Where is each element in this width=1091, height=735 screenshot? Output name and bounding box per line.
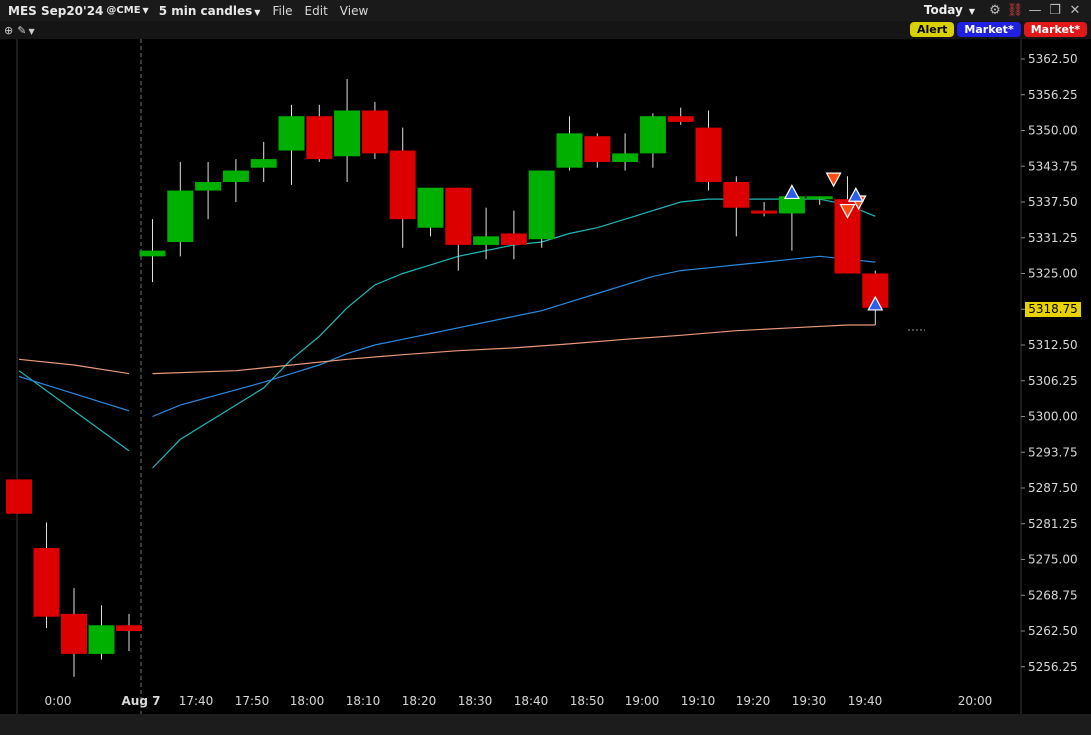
y-tick-label: 5312.50	[1028, 338, 1078, 352]
y-tick-label: 5300.00	[1028, 410, 1078, 424]
candle-up	[88, 625, 115, 654]
x-tick-label: 19:00	[625, 694, 660, 708]
last-price-tag: 5318.75	[1025, 302, 1081, 317]
candle-down	[723, 181, 750, 208]
menu-edit[interactable]: Edit	[305, 4, 328, 18]
market-sell-button[interactable]: Market*	[1023, 22, 1087, 37]
x-tick-label: 19:20	[736, 694, 771, 708]
candle-down	[361, 110, 388, 154]
x-tick-label: 18:40	[514, 694, 549, 708]
candle-down	[389, 150, 416, 220]
candle-down	[306, 116, 333, 160]
candle-down	[500, 233, 527, 245]
close-icon[interactable]: ✕	[1067, 2, 1083, 18]
y-tick-label: 5287.50	[1028, 481, 1078, 495]
candle-down	[445, 187, 472, 245]
candle-down	[584, 136, 611, 162]
candle-up	[139, 250, 166, 257]
y-tick-label: 5281.25	[1028, 517, 1078, 531]
restore-icon[interactable]: ❐	[1047, 2, 1063, 18]
y-tick-label: 5306.25	[1028, 374, 1078, 388]
y-tick-label: 5362.50	[1028, 52, 1078, 66]
x-tick-label: 18:20	[402, 694, 437, 708]
candle-up	[222, 170, 249, 182]
candle-down	[116, 625, 142, 631]
candle-up	[334, 110, 361, 157]
x-tick-label: 19:40	[848, 694, 883, 708]
candle-up	[250, 159, 277, 168]
chart-toolbar: MES Sep20'24 @CME ▼ 5 min candles ▼ File E…	[0, 0, 1091, 21]
chevron-down-icon: ▼	[968, 7, 975, 16]
candle-down	[695, 127, 722, 182]
alert-button[interactable]: Alert	[909, 22, 955, 37]
candle-up	[612, 153, 639, 162]
candle-up	[278, 116, 305, 151]
menu-view[interactable]: View	[340, 4, 368, 18]
candle-down	[751, 210, 778, 214]
candle-up	[528, 170, 555, 240]
candle-down	[61, 613, 87, 654]
y-tick-label: 5356.25	[1028, 88, 1078, 102]
drawing-toolbar: ⊕ ✎ ▼ Alert Market* Market*	[0, 21, 1091, 39]
candlestick-chart[interactable]: 5362.50 5356.25 5350.00 5343.75 5337.50 5331.…	[0, 39, 1091, 714]
chart-background	[0, 39, 1091, 714]
candle-up	[473, 236, 500, 245]
minimize-icon[interactable]: —	[1027, 2, 1043, 18]
candle-up	[195, 181, 222, 191]
y-tick-label: 5343.75	[1028, 159, 1078, 173]
candle-up	[417, 187, 444, 228]
candle-down	[6, 479, 32, 514]
x-tick-label: 18:10	[346, 694, 381, 708]
x-tick-label: 0:00	[45, 694, 72, 708]
y-tick-label: 5275.00	[1028, 553, 1078, 567]
chevron-down-icon: ▼	[142, 6, 149, 15]
period-selector[interactable]: Today ▼	[924, 3, 975, 17]
x-tick-label: 18:00	[290, 694, 325, 708]
candle-down	[667, 116, 694, 122]
x-tick-label: Aug 7	[122, 694, 161, 708]
market-buy-button[interactable]: Market*	[957, 22, 1021, 37]
y-tick-label: 5268.75	[1028, 588, 1078, 602]
x-tick-label: 17:50	[235, 694, 270, 708]
candle-up	[639, 116, 666, 154]
interval-selector[interactable]: 5 min candles ▼	[159, 4, 261, 18]
y-tick-label: 5256.25	[1028, 660, 1078, 674]
x-tick-label: 17:40	[179, 694, 214, 708]
x-tick-label: 18:30	[458, 694, 493, 708]
y-tick-label: 5325.00	[1028, 267, 1078, 281]
x-tick-label: 19:30	[792, 694, 827, 708]
y-tick-label: 5337.50	[1028, 195, 1078, 209]
candle-up	[556, 133, 583, 168]
candle-up	[167, 190, 194, 243]
x-tick-label: 19:10	[681, 694, 716, 708]
y-tick-label: 5350.00	[1028, 124, 1078, 138]
symbol-label[interactable]: MES Sep20'24	[8, 4, 103, 18]
candle-up	[806, 196, 833, 200]
link-icon[interactable]: ⛓	[1007, 2, 1024, 18]
x-tick-label: 20:00	[958, 694, 993, 708]
chevron-down-icon: ▼	[254, 7, 261, 17]
y-tick-label: 5293.75	[1028, 445, 1078, 459]
y-tick-label: 5262.50	[1028, 624, 1078, 638]
exchange-selector[interactable]: @CME ▼	[106, 5, 148, 16]
time-axis-bar	[0, 714, 1091, 735]
y-tick-label: 5331.25	[1028, 231, 1078, 245]
crosshair-icon[interactable]: ⊕	[4, 24, 13, 37]
draw-tools-icon[interactable]: ✎ ▼	[17, 24, 34, 37]
candle-down	[33, 548, 60, 617]
gear-icon[interactable]: ⚙	[987, 2, 1003, 18]
x-tick-label: 18:50	[570, 694, 605, 708]
menu-file[interactable]: File	[272, 4, 292, 18]
